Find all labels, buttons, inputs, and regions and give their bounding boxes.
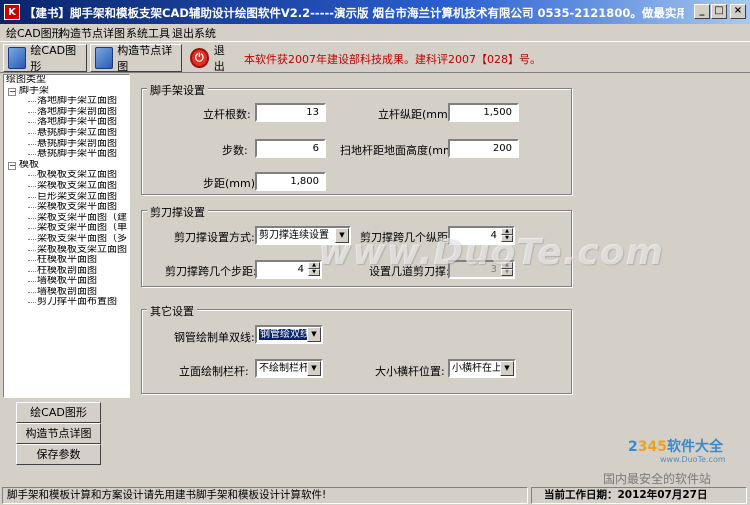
node-detail-button[interactable]: 构造节点详图 [90,44,182,73]
site-watermark: www.DuoTe.com [318,232,664,273]
minimize-button[interactable]: _ [694,4,710,19]
rail-value: 不绘制栏杆 [259,363,309,374]
brace-method-label: 剪刀撑设置方式: [174,231,255,244]
chevron-down-icon[interactable]: ▼ [307,327,321,342]
scaffold-settings-title: 脚手架设置 [147,82,208,98]
status-message: 脚手架和模板计算和方案设计请先用建书脚手架和模板设计计算软件! [2,487,528,504]
pole-count-label: 立杆根数: [203,108,251,121]
tree-category[interactable]: − 模板 [4,160,129,171]
tree-item[interactable]: 巨形梁支架立面图 [4,192,129,203]
tree-category[interactable]: − 脚手架 [4,86,129,97]
logo-prefix: 2 [628,439,638,455]
draw-cad-label: 绘CAD图形 [30,44,77,73]
brace-span-step-label: 剪刀撑跨几个步距: [165,265,257,278]
maximize-button[interactable]: □ [711,4,727,19]
steps-label: 步数: [222,144,248,157]
logo-tagline: 国内最安全的软件站 [603,472,712,486]
tree-item[interactable]: 墙模板平面图 [4,276,129,287]
tree-item[interactable]: 柱模板剖面图 [4,266,129,277]
menu-draw-cad[interactable]: 绘CAD图形 [6,25,63,41]
logo-number: 345 [637,439,667,455]
tree-item[interactable]: 剪刀撑平面布置图 [4,297,129,308]
step-distance-label: 步距(mm): [203,177,259,190]
tree-item[interactable]: 梁板支架平面图（单 [4,223,129,234]
tree-item[interactable]: 悬挑脚手架剖面图 [4,139,129,150]
brace-span-step-value: 4 [297,264,304,275]
pole-long-spacing-input[interactable]: 1,500 [448,103,519,122]
tree-item[interactable]: 悬挑脚手架平面图 [4,149,129,160]
power-icon: ⏻ [190,48,209,68]
tree-item[interactable]: 落地脚手架平面图 [4,117,129,128]
tree-item[interactable]: 梁板模板支架立面图 [4,245,129,256]
tree-category-label: 脚手架 [19,85,49,96]
double-line-select[interactable]: 钢管绘双线 ▼ [255,325,323,344]
exit-label: 退出 [213,44,225,73]
node-detail-label: 构造节点详图 [117,44,173,73]
collapse-icon[interactable]: − [8,161,16,170]
crossbar-label: 大小横杆位置: [375,365,445,378]
step-distance-input[interactable]: 1,800 [255,172,326,191]
crossbar-value: 小横杆在上 [452,363,502,374]
tree-item[interactable]: 悬挑脚手架立面图 [4,128,129,139]
tree-item[interactable]: 墙模板剖面图 [4,287,129,298]
exit-button[interactable]: ⏻ 退出 [185,44,239,73]
double-line-label: 钢管绘制单双线: [174,331,255,344]
menu-bar: 绘CAD图形 构造节点详图 系统工具 退出系统 [0,24,750,40]
app-icon: K [4,4,20,20]
cad-drawing-icon [8,47,27,69]
other-settings-title: 其它设置 [147,303,197,319]
close-button[interactable]: × [730,4,746,19]
other-settings-group [141,309,572,394]
chevron-down-icon[interactable]: ▼ [307,361,321,376]
window-title: 【建书】脚手架和模板支架CAD辅助设计绘图软件V2.2-----演示版 烟台市海… [24,6,684,20]
steps-input[interactable]: 6 [255,139,326,158]
site-logo: 2345软件大全 [628,436,723,456]
tree-item[interactable]: 梁板支架平面图（建 [4,213,129,224]
menu-system-tools[interactable]: 系统工具 [126,25,170,41]
status-date: 当前工作日期：2012年07月27日 [531,487,747,504]
tree-item[interactable]: 梁模板支架平面图 [4,202,129,213]
pole-count-input[interactable]: 13 [255,103,326,122]
node-drawing-icon [95,47,114,69]
logo-url: www.DuoTe.com [660,455,726,464]
tree-item[interactable]: 落地脚手架立面图 [4,96,129,107]
tree-item[interactable]: 板模板支架立面图 [4,170,129,181]
crossbar-select[interactable]: 小横杆在上 ▼ [448,359,516,378]
side-node-detail-button[interactable]: 构造节点详图 [16,423,101,444]
sweep-height-label: 扫地杆距地面高度(mm): [340,144,462,157]
rail-label: 立面绘制栏杆: [179,365,249,378]
tree-root: 绘图类型 [6,75,46,85]
double-line-value: 钢管绘双线 [259,329,311,340]
brace-settings-title: 剪刀撑设置 [147,204,208,220]
tree-category-label: 模板 [19,159,39,170]
sweep-height-input[interactable]: 200 [448,139,519,158]
tree-item[interactable]: 梁模板支架立面图 [4,181,129,192]
menu-node-detail[interactable]: 构造节点详图 [59,25,125,41]
draw-cad-button[interactable]: 绘CAD图形 [3,44,87,73]
pole-long-spacing-label: 立杆纵距(mm): [378,108,456,121]
tree-item[interactable]: 柱模板平面图 [4,255,129,266]
collapse-icon[interactable]: − [8,87,16,96]
brace-span-step-stepper[interactable]: 4 ▲ ▼ [255,260,322,279]
rail-select[interactable]: 不绘制栏杆 ▼ [255,359,323,378]
drawing-type-tree[interactable]: 绘图类型 − 脚手架 落地脚手架立面图 落地脚手架剖面图 落地脚手架平面图 悬挑脚手架立面… [3,74,130,398]
tree-item[interactable]: 落地脚手架剖面图 [4,107,129,118]
title-bar: K 【建书】脚手架和模板支架CAD辅助设计绘图软件V2.2-----演示版 烟台… [0,0,750,24]
side-draw-cad-button[interactable]: 绘CAD图形 [16,402,101,423]
save-params-button[interactable]: 保存参数 [16,444,101,465]
tree-item[interactable]: 梁板支架平面图（多 [4,234,129,245]
award-notice: 本软件获2007年建设部科技成果。建科评2007【028】号。 [244,53,541,66]
chevron-down-icon[interactable]: ▼ [500,361,514,376]
logo-suffix: 软件大全 [666,439,723,455]
menu-exit-system[interactable]: 退出系统 [172,25,216,41]
